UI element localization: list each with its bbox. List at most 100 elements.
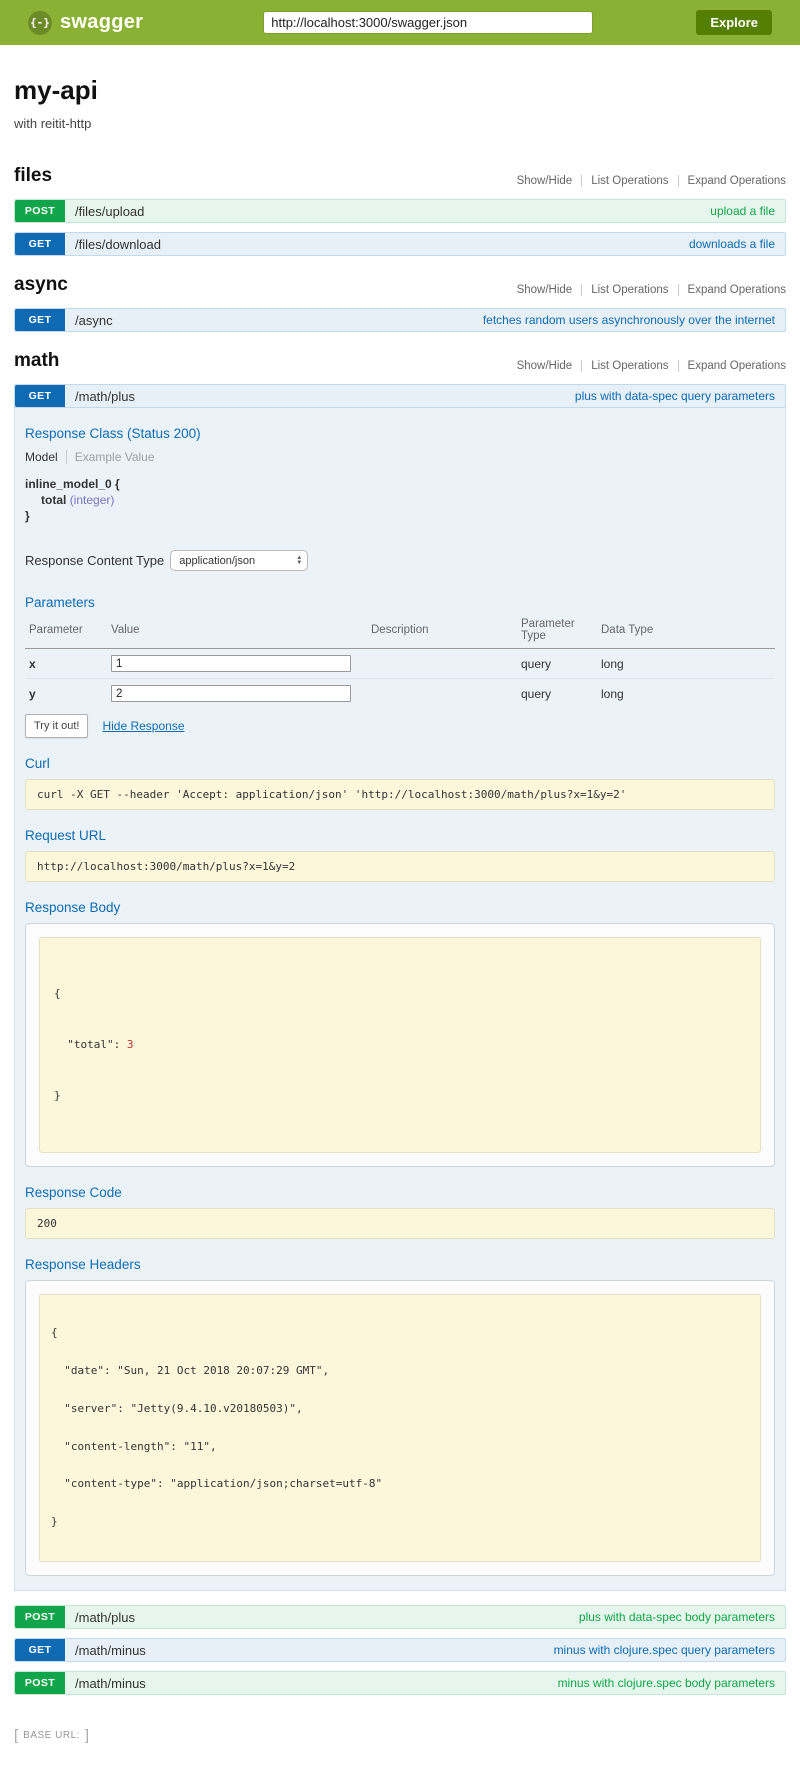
model-signature: inline_model_0 { total (integer) } xyxy=(25,476,775,524)
expand-operations-link[interactable]: Expand Operations xyxy=(679,284,786,296)
section-title-async: async xyxy=(14,274,68,296)
operation-path[interactable]: /files/upload xyxy=(75,204,144,219)
tab-example-value[interactable]: Example Value xyxy=(75,450,155,464)
operation-summary[interactable]: upload a file xyxy=(710,204,785,218)
json-close-brace: } xyxy=(54,1087,746,1104)
response-headers-container: { "date": "Sun, 21 Oct 2018 20:07:29 GMT… xyxy=(25,1280,775,1577)
method-badge: POST xyxy=(15,200,65,222)
json-total-line: "total": 3 xyxy=(54,1036,746,1053)
section-title-math: math xyxy=(14,350,59,372)
section-title-files: files xyxy=(14,165,52,187)
try-it-out-button[interactable]: Try it out! xyxy=(25,714,88,738)
parameter-y-input[interactable] xyxy=(111,685,351,702)
parameter-description xyxy=(367,649,517,679)
model-close-line: } xyxy=(25,508,775,524)
column-header-parameter-type: Parameter Type xyxy=(517,614,597,649)
response-body-box: { "total": 3 } xyxy=(39,937,761,1153)
base-url-label: BASE URL: xyxy=(23,1730,80,1741)
bracket-open: [ xyxy=(14,1727,18,1744)
api-info: my-api with reitit-http xyxy=(0,45,800,165)
header-line: "content-type": "application/json;charse… xyxy=(51,1478,749,1491)
selected-content-type: application/json xyxy=(179,555,255,567)
tab-divider xyxy=(66,450,67,464)
operation-summary[interactable]: fetches random users asynchronously over… xyxy=(483,313,785,327)
json-open-brace: { xyxy=(54,985,746,1002)
response-headers-heading: Response Headers xyxy=(25,1257,775,1272)
request-url-heading: Request URL xyxy=(25,828,775,843)
operation-row-post-files-upload[interactable]: POST /files/upload upload a file xyxy=(14,199,786,223)
method-badge: GET xyxy=(15,385,65,407)
curl-heading: Curl xyxy=(25,756,775,771)
operation-path[interactable]: /async xyxy=(75,313,113,328)
expand-operations-link[interactable]: Expand Operations xyxy=(679,360,786,372)
operation-path[interactable]: /files/download xyxy=(75,237,161,252)
operation-path[interactable]: /math/plus xyxy=(75,389,135,404)
header-line: { xyxy=(51,1327,749,1340)
column-header-parameter: Parameter xyxy=(25,614,107,649)
method-badge: GET xyxy=(15,309,65,331)
list-operations-link[interactable]: List Operations xyxy=(582,360,677,372)
section-options: Show/Hide List Operations Expand Operati… xyxy=(508,360,786,372)
parameter-row-x: x query long xyxy=(25,649,775,679)
request-url-box: http://localhost:3000/math/plus?x=1&y=2 xyxy=(25,851,775,882)
select-arrows-icon: ▲▼ xyxy=(296,556,302,566)
operation-row-get-async[interactable]: GET /async fetches random users asynchro… xyxy=(14,308,786,332)
api-title: my-api xyxy=(14,75,786,106)
parameter-type: query xyxy=(517,679,597,709)
parameter-name: x xyxy=(25,649,107,679)
response-body-heading: Response Body xyxy=(25,900,775,915)
operation-summary[interactable]: minus with clojure.spec body parameters xyxy=(558,1676,785,1690)
response-body-container: { "total": 3 } xyxy=(25,923,775,1167)
section-async: async Show/Hide List Operations Expand O… xyxy=(0,274,800,332)
response-content-type-label: Response Content Type xyxy=(25,553,164,568)
api-description: with reitit-http xyxy=(14,116,786,131)
response-class-heading: Response Class (Status 200) xyxy=(25,426,775,441)
hide-response-link[interactable]: Hide Response xyxy=(102,719,184,733)
bracket-close: ] xyxy=(85,1727,89,1744)
method-badge: GET xyxy=(15,1639,65,1661)
operation-summary[interactable]: minus with clojure.spec query parameters xyxy=(554,1643,785,1657)
expand-operations-link[interactable]: Expand Operations xyxy=(679,175,786,187)
tab-model[interactable]: Model xyxy=(25,450,58,464)
parameter-x-input[interactable] xyxy=(111,655,351,672)
swagger-logo-title: swagger xyxy=(60,11,143,34)
response-content-type-select[interactable]: application/json ▲▼ xyxy=(170,550,308,571)
section-files: files Show/Hide List Operations Expand O… xyxy=(0,165,800,256)
swagger-logo[interactable]: {-} swagger xyxy=(28,11,143,35)
explore-button[interactable]: Explore xyxy=(696,10,772,35)
header-line: "content-length": "11", xyxy=(51,1441,749,1454)
response-content-type-row: Response Content Type application/json ▲… xyxy=(25,550,775,571)
operation-path[interactable]: /math/minus xyxy=(75,1643,146,1658)
show-hide-link[interactable]: Show/Hide xyxy=(508,175,582,187)
list-operations-link[interactable]: List Operations xyxy=(582,175,677,187)
column-header-data-type: Data Type xyxy=(597,614,775,649)
section-options: Show/Hide List Operations Expand Operati… xyxy=(508,175,786,187)
parameter-data-type: long xyxy=(597,679,775,709)
spec-url-input[interactable] xyxy=(263,11,593,34)
show-hide-link[interactable]: Show/Hide xyxy=(508,360,582,372)
header-bar: {-} swagger Explore xyxy=(0,0,800,45)
response-code-heading: Response Code xyxy=(25,1185,775,1200)
model-prop-type: (integer) xyxy=(70,493,115,507)
operation-row-get-files-download[interactable]: GET /files/download downloads a file xyxy=(14,232,786,256)
curl-command-box: curl -X GET --header 'Accept: applicatio… xyxy=(25,779,775,810)
operation-summary[interactable]: plus with data-spec query parameters xyxy=(575,389,785,403)
column-header-value: Value xyxy=(107,614,367,649)
operation-path[interactable]: /math/minus xyxy=(75,1676,146,1691)
header-line: } xyxy=(51,1516,749,1529)
operation-row-get-math-minus[interactable]: GET /math/minus minus with clojure.spec … xyxy=(14,1638,786,1662)
method-badge: GET xyxy=(15,233,65,255)
method-badge: POST xyxy=(15,1606,65,1628)
operation-summary[interactable]: downloads a file xyxy=(689,237,785,251)
show-hide-link[interactable]: Show/Hide xyxy=(508,284,582,296)
swagger-logo-icon: {-} xyxy=(28,11,52,35)
operation-row-get-math-plus[interactable]: GET /math/plus plus with data-spec query… xyxy=(14,384,786,408)
operation-path[interactable]: /math/plus xyxy=(75,1610,135,1625)
operation-summary[interactable]: plus with data-spec body parameters xyxy=(579,1610,785,1624)
list-operations-link[interactable]: List Operations xyxy=(582,284,677,296)
operation-row-post-math-plus[interactable]: POST /math/plus plus with data-spec body… xyxy=(14,1605,786,1629)
header-line: "date": "Sun, 21 Oct 2018 20:07:29 GMT", xyxy=(51,1365,749,1378)
operation-row-post-math-minus[interactable]: POST /math/minus minus with clojure.spec… xyxy=(14,1671,786,1695)
swagger-ui-page: {-} swagger Explore my-api with reitit-h… xyxy=(0,0,800,1770)
parameter-row-y: y query long xyxy=(25,679,775,709)
